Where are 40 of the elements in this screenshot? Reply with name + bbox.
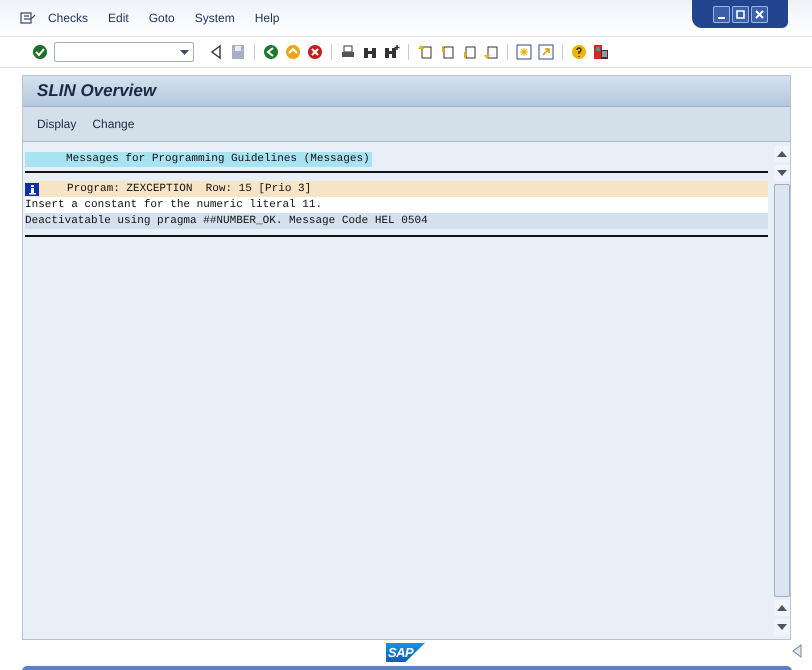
message-text: Insert a constant for the numeric literal 11. [25,198,322,213]
message-location: Program: ZEXCEPTION Row: 15 [Prio 3] [66,182,312,197]
next-page-icon[interactable] [461,44,477,60]
list-header: Messages for Programming Guidelines (Messages) [25,152,372,167]
menu-item[interactable]: Checks [48,11,88,25]
previous-page-icon[interactable] [439,44,455,60]
back-icon[interactable] [263,44,279,60]
scroll-down-button[interactable] [774,619,790,635]
cancel-icon[interactable] [307,44,323,60]
command-field[interactable] [54,42,194,62]
menu-item[interactable]: Goto [148,11,175,25]
dropdown-icon[interactable] [180,50,189,54]
message-note: Deactivatable using pragma ##NUMBER_OK. Message Code HEL 0504 [25,214,428,229]
first-page-icon[interactable] [417,44,433,60]
down-icon [777,624,787,630]
printer-icon[interactable] [340,44,356,60]
scroll-down-button[interactable] [774,165,790,181]
help-icon[interactable] [571,44,587,60]
new-window-icon[interactable] [516,44,532,60]
menu-item[interactable]: System [194,11,235,25]
minimize-icon[interactable] [712,6,730,22]
scroll-up-button[interactable] [774,146,790,162]
menu-item[interactable]: Help [254,11,280,25]
shortcut-icon[interactable] [538,44,554,60]
down-icon [777,170,787,176]
menu-icon[interactable] [20,11,36,25]
menu-item[interactable]: Edit [108,11,129,25]
toolbar-button[interactable]: Display [31,115,82,133]
toolbar-button[interactable]: Change [86,115,140,133]
layout-icon[interactable] [593,44,609,60]
maximize-icon[interactable] [732,6,748,22]
scrollbar-thumb[interactable] [774,184,790,597]
up-icon [777,151,787,157]
checkmark-icon[interactable] [32,44,48,60]
scroll-up-button[interactable] [774,600,790,616]
up-icon [777,605,787,611]
screen-title: SLIN Overview [37,81,156,101]
close-icon[interactable] [750,6,768,22]
last-page-icon[interactable] [483,44,499,60]
sap-logo: SAP [386,643,425,662]
